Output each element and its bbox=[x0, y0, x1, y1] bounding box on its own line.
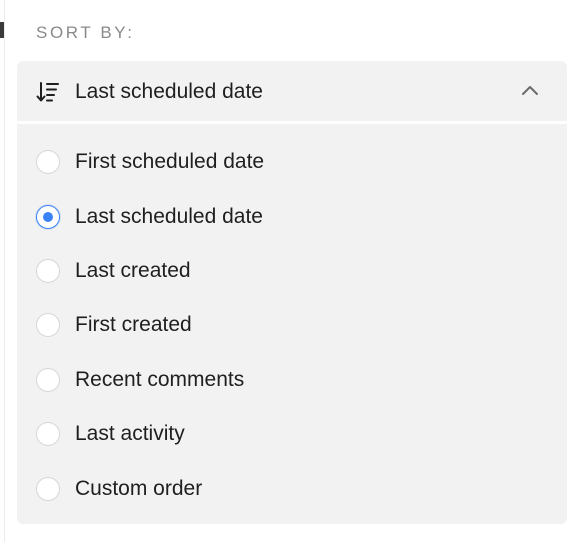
selected-sort-label: Last scheduled date bbox=[75, 80, 263, 103]
option-label: Last scheduled date bbox=[75, 205, 263, 228]
radio-button[interactable] bbox=[36, 422, 60, 446]
sort-by-label: SORT BY: bbox=[36, 23, 135, 42]
radio-button-selected[interactable] bbox=[36, 205, 60, 229]
sort-option-custom-order[interactable]: Custom order bbox=[17, 469, 567, 513]
radio-button[interactable] bbox=[36, 313, 60, 337]
sort-descending-icon bbox=[36, 82, 59, 102]
option-label: Custom order bbox=[75, 477, 203, 500]
option-label: Last activity bbox=[75, 422, 185, 445]
sort-option-first-created[interactable]: First created bbox=[17, 305, 567, 349]
sort-dropdown: Last scheduled date First scheduled date… bbox=[17, 61, 567, 524]
sort-option-last-scheduled-date[interactable]: Last scheduled date bbox=[17, 197, 567, 241]
option-label: Recent comments bbox=[75, 368, 245, 391]
sort-option-last-activity[interactable]: Last activity bbox=[17, 414, 567, 458]
option-label: Last created bbox=[75, 259, 191, 282]
option-label: First created bbox=[75, 313, 192, 336]
radio-button[interactable] bbox=[36, 259, 60, 283]
divider bbox=[4, 0, 5, 542]
radio-button[interactable] bbox=[36, 368, 60, 392]
sort-option-last-created[interactable]: Last created bbox=[17, 251, 567, 295]
sort-option-first-scheduled-date[interactable]: First scheduled date bbox=[17, 142, 567, 186]
radio-button[interactable] bbox=[36, 150, 60, 174]
sort-dropdown-toggle[interactable]: Last scheduled date bbox=[17, 61, 567, 124]
radio-button[interactable] bbox=[36, 477, 60, 501]
sort-option-recent-comments[interactable]: Recent comments bbox=[17, 360, 567, 404]
option-label: First scheduled date bbox=[75, 150, 265, 173]
chevron-up-icon[interactable] bbox=[521, 83, 539, 97]
sort-popover: SORT BY: Last scheduled date First sched… bbox=[0, 0, 578, 542]
